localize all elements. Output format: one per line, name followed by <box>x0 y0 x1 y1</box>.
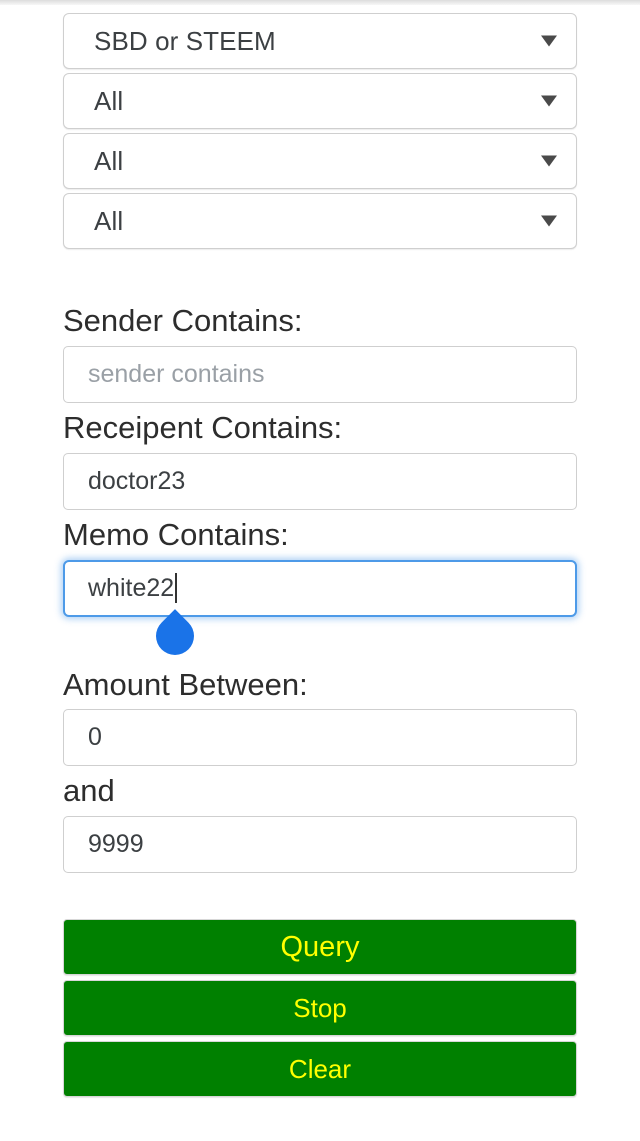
query-button[interactable]: Query <box>63 919 577 976</box>
type-select[interactable]: All <box>63 73 577 129</box>
chevron-down-icon <box>541 95 557 107</box>
receipent-input[interactable]: doctor23 <box>63 452 577 510</box>
amount-max-input[interactable]: 9999 <box>63 816 577 874</box>
clear-button-label: Clear <box>288 1054 352 1085</box>
chevron-down-icon <box>541 155 557 167</box>
sender-input-placeholder: sender contains <box>88 359 265 388</box>
action-button-group: Query Stop Clear <box>63 919 577 1098</box>
sender-input[interactable]: sender contains <box>63 345 577 403</box>
direction-select[interactable]: All <box>63 133 577 189</box>
receipent-label: Receipent Contains: <box>63 409 343 445</box>
amount-between-label: Amount Between: <box>63 666 308 702</box>
currency-select-value: SBD or STEEM <box>94 26 276 56</box>
memo-input-value: white22 <box>88 573 175 602</box>
sender-label: Sender Contains: <box>63 303 303 338</box>
stop-button-label: Stop <box>293 993 347 1024</box>
amount-min-value: 0 <box>88 723 102 752</box>
receipent-field-block: Receipent Contains: doctor23 <box>63 409 577 510</box>
chevron-down-icon <box>541 215 557 227</box>
clear-button[interactable]: Clear <box>63 1041 577 1098</box>
amount-max-value: 9999 <box>88 830 144 859</box>
filter-select-group: SBD or STEEM All All All <box>63 0 577 249</box>
direction-select-value: All <box>94 146 124 176</box>
receipent-input-value: doctor23 <box>88 466 186 495</box>
memo-field-block: Memo Contains: white22 <box>63 516 577 663</box>
text-caret <box>175 573 178 604</box>
amount-min-input[interactable]: 0 <box>63 709 577 767</box>
type-select-value: All <box>94 86 124 116</box>
status-select-value: All <box>94 206 124 236</box>
stop-button[interactable]: Stop <box>63 980 577 1037</box>
chevron-down-icon <box>541 35 557 47</box>
memo-input[interactable]: white22 <box>63 559 577 617</box>
memo-label: Memo Contains: <box>63 516 289 552</box>
transfer-query-form: SBD or STEEM All All All Sender Contains… <box>63 0 577 1102</box>
query-form-page: SBD or STEEM All All All Sender Contains… <box>0 0 640 1141</box>
currency-select[interactable]: SBD or STEEM <box>63 13 577 69</box>
query-button-label: Query <box>280 930 360 963</box>
amount-max-field-block: and 9999 <box>63 773 577 874</box>
amount-and-label: and <box>63 773 115 809</box>
sender-field-block: Sender Contains: sender contains <box>63 303 577 403</box>
amount-min-field-block: Amount Between: 0 <box>63 666 577 767</box>
status-select[interactable]: All <box>63 193 577 249</box>
